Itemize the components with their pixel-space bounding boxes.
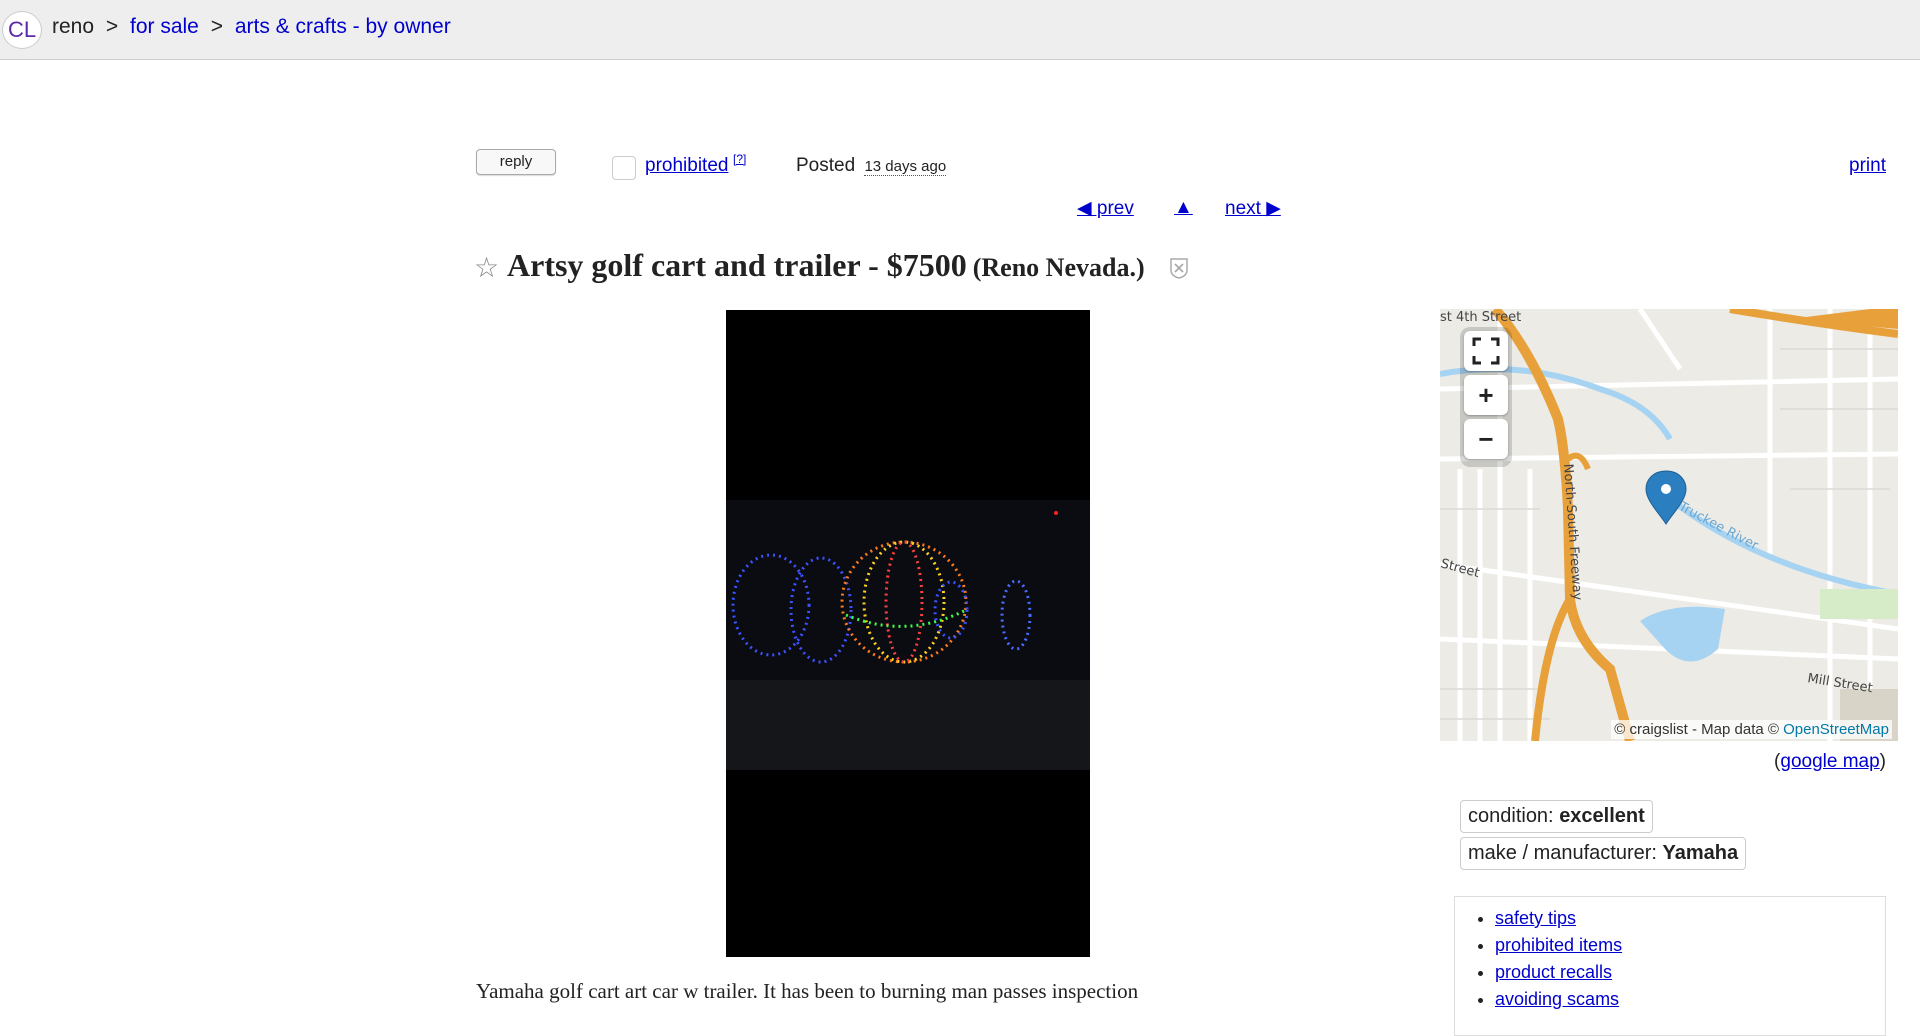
posting-location: (Reno Nevada.)	[972, 253, 1145, 282]
posting-title: Artsy golf cart and trailer - $7500 (Reno…	[507, 247, 1145, 284]
posted-info: Posted 13 days ago	[796, 155, 947, 177]
reply-button[interactable]: reply	[476, 149, 556, 175]
list-item: safety tips	[1495, 905, 1885, 932]
breadcrumb-category[interactable]: arts & crafts - by owner	[235, 15, 451, 38]
attr-label: make / manufacturer:	[1468, 842, 1657, 864]
google-map-wrapper: (google map)	[1774, 751, 1886, 773]
zoom-in-button[interactable]: +	[1464, 375, 1508, 415]
openstreetmap-link[interactable]: OpenStreetMap	[1783, 721, 1889, 738]
list-item: avoiding scams	[1495, 986, 1885, 1013]
attr-value: Yamaha	[1662, 842, 1739, 864]
breadcrumb-separator: >	[105, 15, 119, 38]
safety-links-box: safety tips prohibited items product rec…	[1454, 896, 1886, 1036]
print-link[interactable]: print	[1849, 155, 1886, 177]
avoiding-scams-link[interactable]: avoiding scams	[1495, 989, 1619, 1009]
prohibited-items-link[interactable]: prohibited items	[1495, 935, 1622, 955]
product-recalls-link[interactable]: product recalls	[1495, 962, 1612, 982]
breadcrumb-for-sale[interactable]: for sale	[130, 15, 199, 38]
posting-title-text: Artsy golf cart and trailer - $7500	[507, 247, 967, 283]
attr-label: condition:	[1468, 805, 1554, 827]
fullscreen-button[interactable]	[1464, 331, 1508, 371]
favorite-star-icon[interactable]: ☆	[474, 251, 499, 284]
safety-links-list: safety tips prohibited items product rec…	[1455, 905, 1885, 1013]
prohibited-link[interactable]: prohibited	[645, 155, 728, 177]
attr-value: excellent	[1559, 805, 1645, 827]
map-controls: + −	[1460, 327, 1512, 467]
fullscreen-icon	[1472, 337, 1500, 365]
posted-time: 13 days ago	[864, 158, 947, 176]
attr-make: make / manufacturer: Yamaha	[1460, 837, 1747, 870]
map-attribution-text: © craigslist - Map data ©	[1614, 721, 1779, 738]
list-item: prohibited items	[1495, 932, 1885, 959]
posted-label: Posted	[796, 155, 856, 176]
map-label-street-top: st 4th Street	[1440, 310, 1521, 325]
attr-condition: condition: excellent	[1460, 800, 1653, 833]
location-map[interactable]: st 4th Street North-South Freeway Trucke…	[1440, 309, 1898, 741]
prev-link[interactable]: ◀ prev	[1077, 197, 1134, 220]
breadcrumb-separator: >	[210, 15, 223, 38]
safety-tips-link[interactable]: safety tips	[1495, 908, 1576, 928]
posting-photo[interactable]	[726, 310, 1090, 957]
paren-close: )	[1879, 751, 1886, 772]
next-link[interactable]: next ▶	[1225, 197, 1281, 220]
list-item: product recalls	[1495, 959, 1885, 986]
header-bar: CL reno > for sale > arts & crafts - by …	[0, 0, 1920, 60]
craigslist-logo[interactable]: CL	[2, 11, 42, 49]
hide-posting-icon[interactable]	[1168, 256, 1190, 280]
google-map-link[interactable]: google map	[1780, 751, 1879, 772]
zoom-out-button[interactable]: −	[1464, 419, 1508, 459]
posting-description: Yamaha golf cart art car w trailer. It h…	[476, 979, 1139, 1003]
help-link[interactable]: [?]	[733, 152, 746, 166]
map-attribution: © craigslist - Map data © OpenStreetMap	[1611, 720, 1892, 739]
flag-checkbox[interactable]	[612, 156, 636, 180]
breadcrumb: reno > for sale > arts & crafts - by own…	[52, 15, 451, 39]
breadcrumb-area[interactable]: reno	[52, 15, 94, 38]
up-link[interactable]: ▲	[1174, 197, 1193, 219]
